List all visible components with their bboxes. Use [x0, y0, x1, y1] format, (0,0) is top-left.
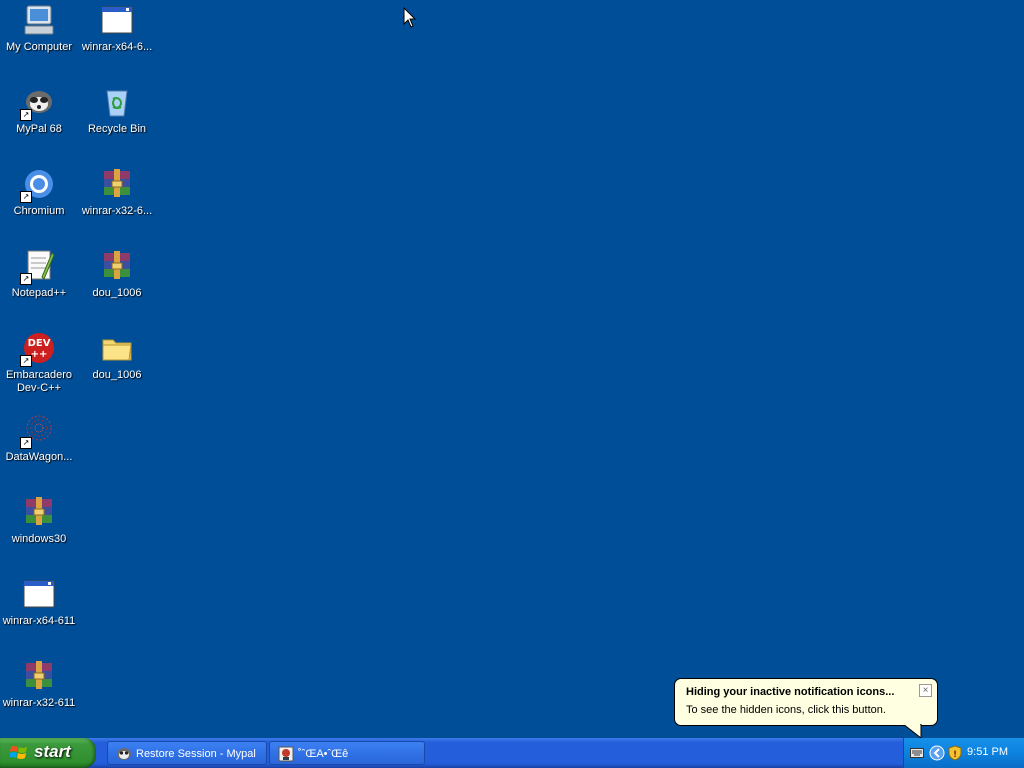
taskbar-button-restore-session[interactable]: Restore Session - Mypal [107, 741, 267, 765]
taskbar-button-label: ˚ˆŒA•ˆŒê [298, 748, 349, 760]
desktop-icon-label: Recycle Bin [87, 123, 147, 135]
desktop-icon-label: dou_1006 [92, 369, 142, 381]
desktop-icon-label: Embarcadero Dev-C++ [5, 369, 73, 394]
notepad-plus-plus-icon: ↗ [20, 249, 56, 285]
raccoon-icon [116, 746, 132, 762]
desktop-icon-dou-1006-folder[interactable]: dou_1006 [78, 331, 156, 382]
desktop-icon-label: winrar-x64-6... [81, 41, 153, 53]
desktop-icon-winrar-x64-6[interactable]: winrar-x64-6... [78, 3, 156, 54]
desktop-icon-datawagon[interactable]: ↗ DataWagon... [0, 413, 78, 464]
desktop-icon-label: winrar-x32-611 [2, 697, 76, 709]
desktop: My Computer ↗ MyPal 68 ↗ Chromium ↗ Note… [0, 0, 1024, 740]
desktop-icon-label: DataWagon... [5, 451, 73, 463]
folder-icon [100, 331, 134, 365]
desktop-icon-label: My Computer [5, 41, 73, 53]
desktop-icon-label: dou_1006 [92, 287, 142, 299]
shortcut-arrow-icon: ↗ [20, 437, 32, 449]
chromium-icon: ↗ [20, 167, 56, 203]
shortcut-arrow-icon: ↗ [20, 355, 32, 367]
balloon-close-button[interactable]: × [919, 684, 932, 697]
shortcut-arrow-icon: ↗ [20, 109, 32, 121]
system-tray: ! 9:51 PM [903, 738, 1024, 768]
start-button[interactable]: start [0, 738, 96, 768]
balloon-title: Hiding your inactive notification icons.… [686, 686, 895, 698]
show-hidden-icons-button[interactable] [929, 745, 945, 761]
desktop-icon-windows30[interactable]: windows30 [0, 495, 78, 546]
recycle-bin-icon [100, 85, 134, 119]
taskbar-button-app[interactable]: ˚ˆŒA•ˆŒê [269, 741, 425, 765]
taskbar-button-label: Restore Session - Mypal [136, 748, 256, 760]
winrar-archive-icon [22, 495, 56, 529]
desktop-icon-winrar-x32-611[interactable]: winrar-x32-611 [0, 659, 78, 710]
desktop-icon-label: Chromium [13, 205, 65, 217]
start-label: start [34, 742, 71, 761]
desktop-icon-label: MyPal 68 [16, 123, 62, 135]
desktop-icon-mypal[interactable]: ↗ MyPal 68 [0, 85, 78, 136]
app-icon [278, 746, 294, 762]
svg-text:DEV: DEV [28, 338, 51, 349]
desktop-icon-my-computer[interactable]: My Computer [0, 3, 78, 54]
taskbar: start Restore Session - Mypal ˚ˆŒA•ˆŒê !… [0, 738, 1024, 768]
svg-text:!: ! [953, 750, 957, 760]
desktop-icon-recycle-bin[interactable]: Recycle Bin [78, 85, 156, 136]
svg-text:++: ++ [31, 349, 48, 360]
mouse-cursor-icon [403, 7, 417, 28]
clock[interactable]: 9:51 PM [967, 746, 1008, 758]
desktop-icon-dou-1006-archive[interactable]: dou_1006 [78, 249, 156, 300]
balloon-text: To see the hidden icons, click this butt… [686, 704, 886, 716]
winrar-archive-icon [100, 167, 134, 201]
winrar-archive-icon [22, 659, 56, 693]
raccoon-icon: ↗ [20, 85, 56, 121]
dev-cpp-icon: DEV ++ ↗ [20, 331, 56, 367]
shortcut-arrow-icon: ↗ [20, 191, 32, 203]
keyboard-icon[interactable] [910, 747, 924, 759]
desktop-icon-label: winrar-x64-611 [2, 615, 76, 627]
shortcut-arrow-icon: ↗ [20, 273, 32, 285]
security-shield-icon[interactable]: ! [948, 745, 962, 761]
desktop-icon-winrar-x64-611[interactable]: winrar-x64-611 [0, 577, 78, 628]
desktop-icon-label: winrar-x32-6... [81, 205, 153, 217]
desktop-icon-label: Notepad++ [11, 287, 67, 299]
desktop-icon-label: windows30 [11, 533, 67, 545]
my-computer-icon [22, 3, 56, 37]
datawagon-icon: ↗ [20, 413, 56, 449]
windows-logo-icon [10, 746, 27, 759]
desktop-icon-notepad-plus-plus[interactable]: ↗ Notepad++ [0, 249, 78, 300]
winrar-archive-icon [100, 249, 134, 283]
window-app-icon [22, 577, 56, 611]
desktop-icon-chromium[interactable]: ↗ Chromium [0, 167, 78, 218]
desktop-icon-embarcadero-dev-cpp[interactable]: DEV ++ ↗ Embarcadero Dev-C++ [0, 331, 78, 395]
desktop-icon-winrar-x32-6[interactable]: winrar-x32-6... [78, 167, 156, 218]
notification-balloon[interactable]: Hiding your inactive notification icons.… [674, 678, 938, 740]
window-app-icon [100, 3, 134, 37]
